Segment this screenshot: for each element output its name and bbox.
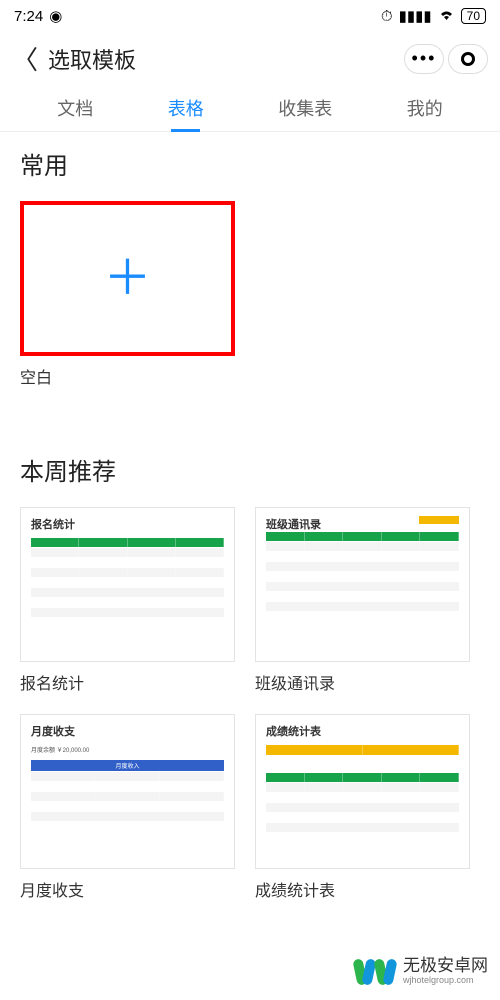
section-title: 本周推荐: [20, 452, 480, 487]
wifi-icon: [438, 8, 455, 25]
section-weekly: 本周推荐: [0, 438, 500, 507]
thumb-title: 报名统计: [31, 516, 224, 532]
watermark-text: 无极安卓网: [403, 957, 488, 976]
status-bar: 7:24 ◉ ⏱ ▮▮▮▮ 70: [0, 0, 500, 32]
thumb-subhead: 月度收入: [115, 761, 139, 770]
page-title: 选取模板: [48, 43, 404, 75]
watermark-sub: wjhotelgroup.com: [403, 976, 488, 986]
watermark-logo-icon: [355, 959, 397, 985]
section-title: 常用: [20, 146, 480, 181]
plus-icon: ＋: [103, 255, 151, 303]
thumb-title: 成绩统计表: [266, 723, 459, 739]
tab-document[interactable]: 文档: [57, 95, 93, 131]
tab-sheet[interactable]: 表格: [168, 95, 204, 131]
template-card[interactable]: 班级通讯录 班级通讯录: [255, 507, 470, 694]
template-label: 班级通讯录: [255, 670, 470, 694]
back-icon[interactable]: 〈: [12, 40, 38, 77]
template-label: 报名统计: [20, 670, 235, 694]
template-label: 空白: [20, 364, 235, 388]
page-header: 〈 选取模板 •••: [0, 32, 500, 85]
miniprogram-capsule: •••: [404, 44, 488, 74]
thumb-title: 班级通讯录: [266, 519, 321, 531]
close-icon[interactable]: [448, 44, 488, 74]
tab-form[interactable]: 收集表: [278, 95, 332, 131]
template-blank[interactable]: ＋ 空白: [20, 201, 235, 388]
template-label: 成绩统计表: [255, 877, 470, 901]
watermark: 无极安卓网 wjhotelgroup.com: [349, 953, 494, 990]
status-time: 7:24: [14, 8, 43, 25]
alarm-icon: ⏱: [381, 8, 393, 25]
section-frequent: 常用: [0, 132, 500, 201]
template-card[interactable]: 月度收支 月度余额 ￥20,000.00 月度收入 月度收支: [20, 714, 235, 901]
tab-bar: 文档 表格 收集表 我的: [0, 85, 500, 132]
thumb-title: 月度收支: [31, 723, 224, 739]
menu-icon[interactable]: •••: [404, 44, 444, 74]
template-card[interactable]: 成绩统计表 成绩统计表: [255, 714, 470, 901]
template-card[interactable]: 报名统计 报名统计: [20, 507, 235, 694]
battery-indicator: 70: [461, 8, 486, 24]
template-label: 月度收支: [20, 877, 235, 901]
tab-mine[interactable]: 我的: [407, 95, 443, 131]
recording-icon: ◉: [49, 7, 62, 25]
signal-icon: ▮▮▮▮: [399, 7, 432, 25]
